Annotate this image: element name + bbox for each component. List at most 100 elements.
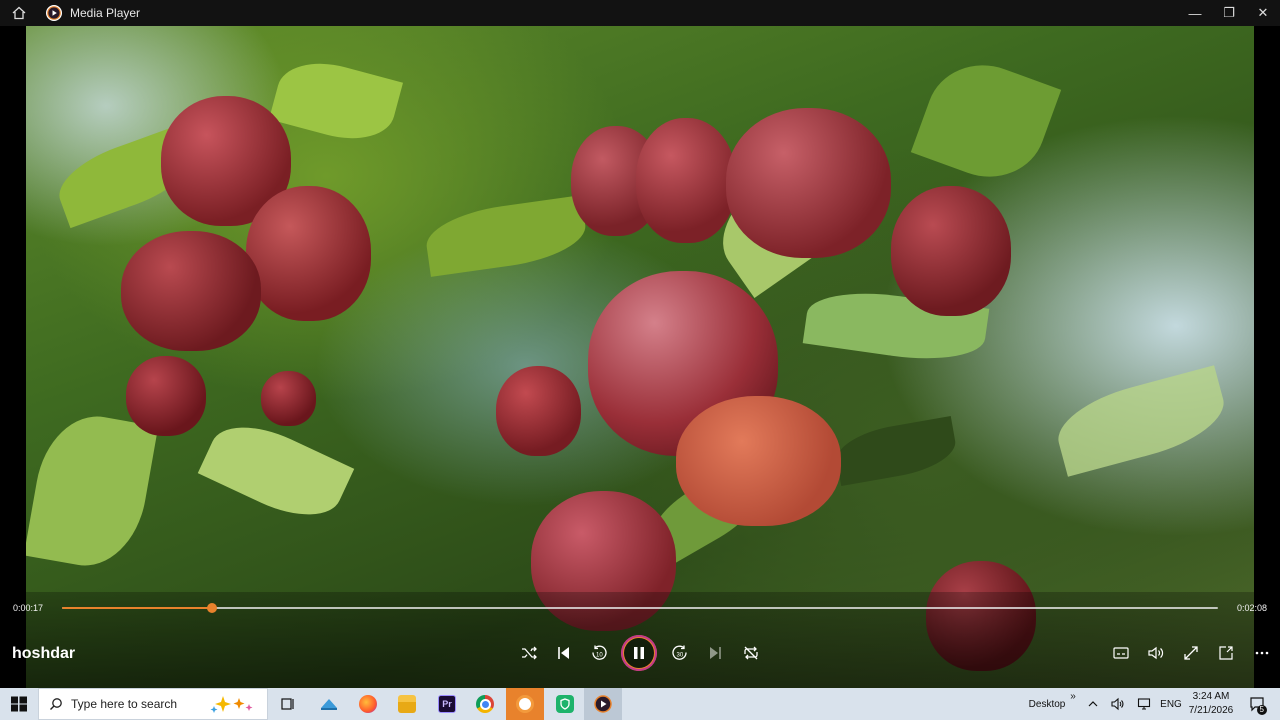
apple — [126, 356, 206, 436]
desktop-toolbar-label[interactable]: Desktop — [1024, 688, 1070, 720]
fullscreen-icon — [1184, 646, 1198, 660]
leaf — [1049, 365, 1233, 477]
media-title: hoshdar — [12, 645, 76, 662]
vpn-shield-icon — [556, 695, 574, 713]
premiere-label: Pr — [442, 699, 452, 709]
media-player-window: Media Player — ❐ ✕ 0:00:17 0:02:08 hoshd… — [0, 0, 1280, 688]
language-label: ENG — [1160, 698, 1182, 710]
shuffle-icon — [522, 646, 537, 660]
clock-time: 3:24 AM — [1192, 691, 1230, 702]
volume-icon — [1148, 646, 1164, 660]
seek-bar[interactable] — [62, 603, 1218, 613]
taskbar: Type here to search Pr Desktop » ENG 3:2… — [0, 688, 1280, 720]
rewind-10-button[interactable]: 10 — [586, 640, 612, 666]
minimize-icon: — — [1188, 5, 1202, 21]
pause-button[interactable] — [621, 635, 657, 671]
previous-icon — [558, 647, 569, 659]
previous-button[interactable] — [551, 640, 577, 666]
apple — [121, 231, 261, 351]
system-clock[interactable]: 3:24 AM 7/21/2026 — [1180, 690, 1242, 718]
tray-network[interactable] — [1134, 688, 1154, 720]
sparkle-icon — [210, 696, 253, 713]
apple — [496, 366, 581, 456]
notification-badge: 5 — [1256, 705, 1267, 715]
maximize-icon: ❐ — [1223, 5, 1235, 20]
media-player-app-icon — [46, 5, 62, 21]
taskbar-search[interactable]: Type here to search — [38, 688, 268, 720]
pause-icon — [634, 647, 644, 659]
search-icon — [50, 698, 62, 710]
paint-app-icon — [516, 695, 534, 713]
close-button[interactable]: ✕ — [1246, 0, 1280, 26]
cloud-app-icon — [321, 699, 337, 710]
taskbar-app-chrome[interactable] — [468, 688, 502, 720]
maximize-button[interactable]: ❐ — [1212, 0, 1246, 26]
firefox-icon — [359, 695, 377, 713]
next-icon — [710, 647, 721, 659]
apple — [726, 108, 891, 258]
apple — [261, 371, 316, 426]
video-frame[interactable] — [26, 26, 1254, 688]
chrome-icon — [476, 695, 494, 713]
desktop-label: Desktop — [1028, 698, 1066, 710]
svg-text:10: 10 — [596, 653, 603, 659]
leaf — [197, 409, 355, 533]
next-button[interactable] — [702, 640, 728, 666]
taskbar-app-paint[interactable] — [506, 688, 544, 720]
svg-text:30: 30 — [677, 653, 684, 659]
task-view-button[interactable] — [272, 688, 304, 720]
file-explorer-icon — [398, 695, 416, 713]
forward-30-icon: 30 — [672, 645, 687, 660]
apple — [891, 186, 1011, 316]
search-placeholder: Type here to search — [71, 697, 178, 711]
overflow-icon: » — [1070, 690, 1076, 702]
window-title: Media Player — [70, 6, 141, 20]
more-options-button[interactable] — [1249, 640, 1275, 666]
player-controls: 0:00:17 0:02:08 hoshdar 10 30 — [0, 592, 1280, 688]
show-hidden-icons-button[interactable] — [1084, 688, 1102, 720]
close-icon: ✕ — [1257, 5, 1269, 20]
speaker-icon — [1111, 697, 1124, 711]
shuffle-button[interactable] — [516, 640, 542, 666]
more-icon — [1255, 651, 1269, 655]
taskbar-app-media-player[interactable] — [584, 688, 622, 720]
forward-30-button[interactable]: 30 — [667, 640, 693, 666]
current-time: 0:00:17 — [13, 603, 44, 613]
leaf — [832, 415, 960, 487]
rewind-10-icon: 10 — [592, 645, 607, 660]
taskbar-app-firefox[interactable] — [350, 688, 386, 720]
clock-date: 7/21/2026 — [1188, 705, 1234, 716]
seek-progress — [62, 607, 213, 609]
apple — [636, 118, 736, 243]
apple — [246, 186, 371, 321]
premiere-pro-icon: Pr — [438, 695, 456, 713]
mini-player-icon — [1219, 646, 1233, 660]
minimize-button[interactable]: — — [1178, 0, 1212, 26]
taskbar-app-vpn[interactable] — [548, 688, 582, 720]
taskbar-app-file-explorer[interactable] — [390, 688, 424, 720]
network-icon — [1137, 698, 1151, 710]
leaf — [268, 51, 404, 151]
start-button[interactable] — [0, 688, 38, 720]
repeat-off-button[interactable] — [738, 640, 764, 666]
home-button[interactable] — [0, 0, 38, 26]
toolbar-overflow-button[interactable]: » — [1066, 680, 1080, 712]
seek-thumb[interactable] — [207, 603, 218, 613]
captions-icon — [1113, 647, 1129, 659]
fullscreen-button[interactable] — [1178, 640, 1204, 666]
volume-button[interactable] — [1143, 640, 1169, 666]
media-player-icon — [594, 695, 612, 713]
tray-volume[interactable] — [1108, 688, 1128, 720]
task-view-icon — [281, 698, 294, 710]
taskbar-app-premiere[interactable]: Pr — [430, 688, 464, 720]
captions-button[interactable] — [1108, 640, 1134, 666]
chevron-up-icon — [1088, 701, 1098, 707]
windows-logo-icon — [11, 696, 27, 712]
home-icon — [12, 6, 26, 20]
mini-player-button[interactable] — [1213, 640, 1239, 666]
leaf — [26, 407, 159, 575]
leaf — [910, 48, 1062, 194]
taskbar-app-cloud[interactable] — [312, 688, 346, 720]
notification-center-button[interactable]: 5 — [1244, 688, 1270, 720]
leaf — [422, 195, 590, 277]
